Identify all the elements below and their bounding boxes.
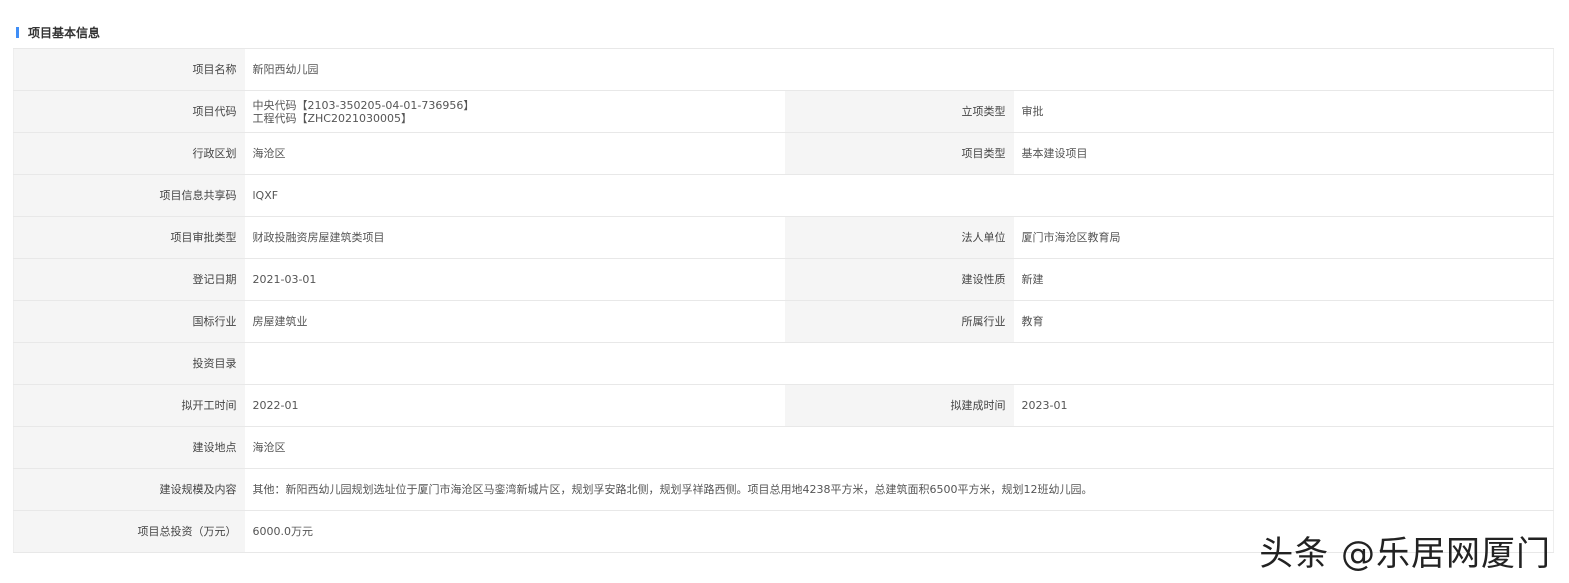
field-label: 项目审批类型 [13,216,245,259]
section-header: 项目基本信息 [16,25,101,40]
field-label: 项目总投资（万元） [13,510,245,553]
field-label: 国标行业 [13,300,245,343]
section-marker-icon [16,26,19,38]
field-label: 所属行业 [784,300,1014,343]
project-info-table: 项目名称 新阳西幼儿园 项目代码 中央代码【2103-350205-04-01-73… [13,48,1554,553]
field-label: 行政区划 [13,132,245,175]
table-row: 投资目录 [13,342,1554,385]
table-row: 项目信息共享码 lQXF [13,174,1554,217]
field-label: 项目代码 [13,90,245,133]
project-code-value: 中央代码【2103-350205-04-01-736956】 工程代码【ZHC20… [244,90,785,133]
field-value: 2021-03-01 [244,258,785,301]
field-label: 建设性质 [784,258,1014,301]
table-row: 行政区划 海沧区 项目类型 基本建设项目 [13,132,1554,175]
field-value: 房屋建筑业 [244,300,785,343]
table-row: 登记日期 2021-03-01 建设性质 新建 [13,258,1554,301]
field-label: 法人单位 [784,216,1014,259]
field-value: 海沧区 [244,426,1554,469]
table-row: 建设地点 海沧区 [13,426,1554,469]
field-value: lQXF [244,174,1554,217]
table-row: 拟开工时间 2022-01 拟建成时间 2023-01 [13,384,1554,427]
field-value: 2022-01 [244,384,785,427]
field-label: 立项类型 [784,90,1014,133]
field-value [244,342,1554,385]
watermark: 头条 @乐居网厦门 [1259,534,1551,574]
field-label: 建设规模及内容 [13,468,245,511]
table-row: 项目审批类型 财政投融资房屋建筑类项目 法人单位 厦门市海沧区教育局 [13,216,1554,259]
field-value: 教育 [1013,300,1554,343]
field-value: 审批 [1013,90,1554,133]
table-row: 项目名称 新阳西幼儿园 [13,48,1554,91]
field-label: 投资目录 [13,342,245,385]
table-row: 建设规模及内容 其他：新阳西幼儿园规划选址位于厦门市海沧区马銮湾新城片区，规划孚安… [13,468,1554,511]
field-label: 拟开工时间 [13,384,245,427]
engineering-code: 工程代码【ZHC2021030005】 [252,111,412,125]
central-code: 中央代码【2103-350205-04-01-736956】 [252,98,475,112]
field-label: 项目信息共享码 [13,174,245,217]
table-row: 项目代码 中央代码【2103-350205-04-01-736956】 工程代码【Z… [13,90,1554,133]
field-label: 项目名称 [13,48,245,91]
table-row: 国标行业 房屋建筑业 所属行业 教育 [13,300,1554,343]
field-value: 厦门市海沧区教育局 [1013,216,1554,259]
field-value: 海沧区 [244,132,785,175]
field-label: 拟建成时间 [784,384,1014,427]
field-value: 基本建设项目 [1013,132,1554,175]
field-value: 其他：新阳西幼儿园规划选址位于厦门市海沧区马銮湾新城片区，规划孚安路北侧，规划孚… [244,468,1554,511]
field-value: 2023-01 [1013,384,1554,427]
field-value: 新建 [1013,258,1554,301]
field-label: 登记日期 [13,258,245,301]
field-label: 建设地点 [13,426,245,469]
field-label: 项目类型 [784,132,1014,175]
field-value: 财政投融资房屋建筑类项目 [244,216,785,259]
project-name-value: 新阳西幼儿园 [244,48,1554,91]
section-title: 项目基本信息 [28,25,101,40]
